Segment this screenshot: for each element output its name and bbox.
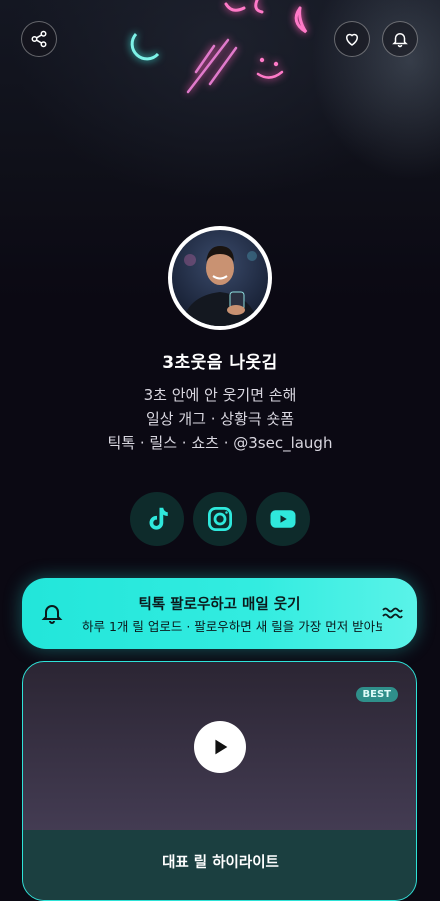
youtube-button[interactable] [256,492,310,546]
share-icon [31,30,47,48]
tiktok-button[interactable] [130,492,184,546]
follow-cta-button[interactable]: 틱톡 팔로우하고 매일 웃기 하루 1개 릴 업로드 · 팔로우하면 새 릴을 … [22,578,417,649]
instagram-icon [208,507,232,531]
bio-line-3: 틱톡 · 릴스 · 쇼츠 · @3sec_laugh [107,434,333,452]
tiktok-icon [149,507,168,530]
like-button[interactable] [334,21,370,57]
neon-doodles [130,0,308,94]
notify-button[interactable] [382,21,418,57]
avatar-photo [172,230,268,326]
youtube-icon [270,510,296,528]
play-button[interactable] [194,721,246,773]
play-icon [215,739,228,755]
heart-icon [345,33,359,46]
cta-subtitle: 하루 1개 릴 업로드 · 팔로우하면 새 릴을 가장 먼저 받아보세요 [82,619,382,634]
social-links [130,492,310,546]
bio-line-2: 일상 개그 · 상황극 숏폼 [145,410,295,428]
avatar [168,226,272,330]
instagram-button[interactable] [193,492,247,546]
highlight-card[interactable]: BEST 대표 릴 하이라이트 [22,661,417,901]
card-title: 대표 릴 하이라이트 [162,855,279,871]
wave-icon [382,607,403,619]
bell-icon [392,33,408,48]
share-button[interactable] [21,21,57,57]
cta-title: 틱톡 팔로우하고 매일 웃기 [138,597,301,613]
bio-line-1: 3초 안에 안 웃기면 손해 [143,386,297,404]
best-badge: BEST [355,687,398,702]
profile-name: 3초웃음 나옷김 [162,353,278,373]
